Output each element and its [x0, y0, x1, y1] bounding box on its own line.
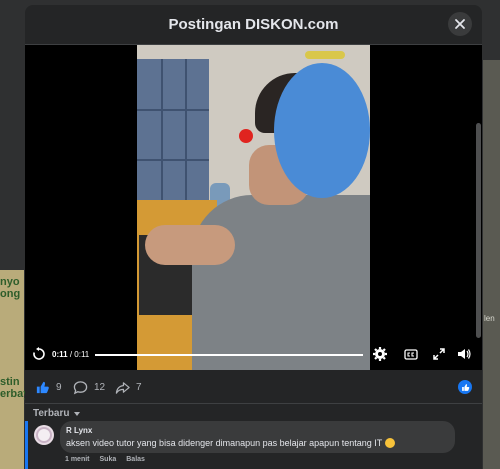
video-controls: 0:11 / 0:11 — [25, 340, 482, 370]
modal-scrollbar[interactable] — [476, 123, 481, 338]
settings-icon[interactable] — [372, 346, 388, 362]
background-left-panel: nyo ong stin erbay — [0, 270, 29, 469]
background-text: ong — [0, 288, 21, 300]
background-right-panel: len — [483, 60, 500, 469]
post-modal: Postingan DISKON.com 0:11 / 0:11 9 12 7 … — [25, 5, 482, 469]
replay-icon[interactable] — [31, 346, 47, 362]
avatar[interactable] — [34, 425, 54, 445]
comment-like-link[interactable]: Suka — [100, 456, 117, 463]
comment-sort-dropdown[interactable]: Terbaru — [33, 408, 80, 419]
comment-text: aksen video tutor yang bisa didenger dim… — [66, 438, 396, 448]
sort-label: Terbaru — [33, 408, 70, 419]
comment-bubble: R Lynx aksen video tutor yang bisa diden… — [60, 421, 455, 453]
ceiling-fan — [305, 51, 345, 59]
chevron-down-icon — [73, 411, 80, 416]
background-text: len — [484, 314, 495, 323]
comment-highlight — [25, 421, 28, 469]
comment-button[interactable]: 12 — [73, 380, 105, 395]
comment-time[interactable]: 1 menit — [65, 456, 90, 463]
like-count: 9 — [56, 382, 62, 393]
duration: 0:11 — [74, 350, 90, 359]
share-count: 7 — [136, 382, 142, 393]
share-icon — [115, 382, 130, 394]
like-reaction-badge — [458, 380, 472, 394]
comment-author[interactable]: R Lynx — [66, 426, 92, 435]
comment-icon — [73, 381, 88, 395]
time-separator: / — [69, 350, 73, 359]
comment-count: 12 — [94, 382, 106, 393]
close-icon — [455, 19, 465, 29]
background-text: nyo — [0, 276, 20, 288]
smile-emoji-icon — [385, 438, 396, 448]
video-frame — [137, 45, 370, 370]
thumbs-up-icon — [461, 383, 469, 391]
share-button[interactable]: 7 — [115, 380, 142, 395]
video-player[interactable]: 0:11 / 0:11 — [25, 45, 482, 370]
like-icon — [36, 381, 49, 394]
background-text: stin — [0, 376, 20, 388]
like-button[interactable]: 9 — [35, 380, 62, 395]
current-time: 0:11 — [52, 350, 68, 359]
person-arm — [145, 225, 235, 265]
video-time: 0:11 / 0:11 — [52, 350, 89, 359]
comment-meta: 1 menit Suka Balas — [65, 456, 145, 463]
captions-icon[interactable] — [403, 346, 419, 362]
comment-reply-link[interactable]: Balas — [126, 456, 145, 463]
modal-header: Postingan DISKON.com — [25, 5, 482, 45]
red-nose — [239, 129, 253, 143]
engagement-bar: 9 12 7 — [25, 370, 482, 404]
fullscreen-icon[interactable] — [431, 346, 447, 362]
volume-icon[interactable] — [456, 346, 472, 362]
comment-body: aksen video tutor yang bisa didenger dim… — [66, 438, 383, 448]
modal-title: Postingan DISKON.com — [168, 16, 339, 33]
close-button[interactable] — [448, 12, 472, 36]
progress-bar[interactable] — [95, 354, 363, 356]
face-censor-circle — [274, 63, 370, 198]
lockers — [137, 59, 209, 209]
